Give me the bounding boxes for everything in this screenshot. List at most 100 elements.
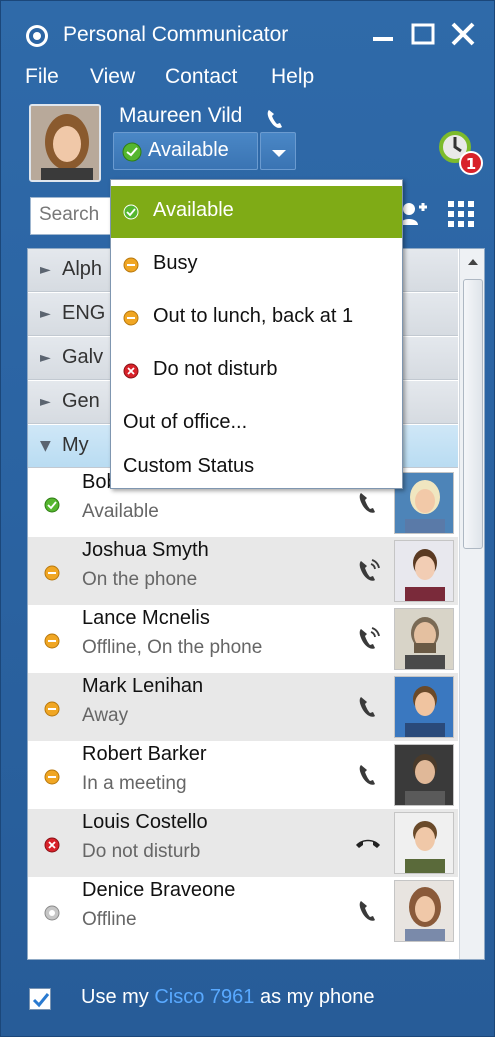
presence-busy-icon (44, 565, 60, 581)
busy-icon (123, 257, 139, 273)
use-phone-label: Use my Cisco 7961 as my phone (81, 986, 374, 1009)
phone-icon[interactable] (354, 693, 382, 721)
presence-offline-icon (44, 905, 60, 921)
contact-photo (394, 472, 454, 534)
maximize-icon[interactable] (409, 19, 439, 49)
contact-name: Mark Lenihan (82, 675, 204, 697)
contact-list-scrollbar[interactable] (459, 249, 485, 959)
minimize-icon[interactable] (369, 19, 399, 49)
status-option-custom[interactable]: Custom Status (111, 444, 402, 488)
status-option-label: Do not disturb (153, 358, 278, 380)
status-option-label: Custom Status (123, 455, 255, 477)
presence-busy-icon (44, 769, 60, 785)
contact-row[interactable]: Mark Lenihan Away (28, 673, 458, 741)
alarm-badge: 1 (466, 155, 476, 173)
on-call-icon[interactable] (354, 625, 382, 653)
window-title: Personal Communicator (63, 23, 289, 46)
phone-icon (267, 110, 282, 128)
presence-dnd-icon (44, 837, 60, 853)
contact-name: Lance Mcnelis (82, 607, 210, 629)
contact-status: Offline, On the phone (82, 637, 263, 658)
footer-suffix: as my phone (254, 986, 375, 1008)
group-name: My (62, 434, 89, 456)
busy-icon (123, 310, 139, 326)
scroll-thumb[interactable] (463, 279, 483, 549)
menu-contact[interactable]: Contact (165, 65, 237, 89)
current-status-label: Available (148, 139, 229, 161)
user-photo (31, 106, 99, 180)
collapse-arrow-icon: ▼ (40, 438, 51, 454)
status-option-out-to-lunch[interactable]: Out to lunch, back at 1 (111, 292, 402, 344)
reminders-button[interactable]: 1 (431, 121, 489, 179)
available-icon (122, 142, 142, 162)
available-icon (123, 204, 139, 220)
status-selector-button[interactable]: Available (113, 132, 258, 170)
on-call-icon[interactable] (354, 557, 382, 585)
phone-device-link[interactable]: Cisco 7961 (154, 986, 254, 1008)
contact-status: On the phone (82, 569, 198, 590)
status-option-label: Busy (153, 252, 198, 274)
hangup-icon[interactable] (354, 829, 382, 857)
phone-icon[interactable] (354, 897, 382, 925)
use-phone-checkbox[interactable] (29, 988, 51, 1010)
menu-file[interactable]: File (25, 65, 59, 89)
status-dropdown-toggle[interactable] (260, 132, 296, 170)
contact-row[interactable]: Denice Braveone Offline (28, 877, 458, 945)
alarm-clock-icon: 1 (439, 131, 483, 175)
status-option-do-not-disturb[interactable]: Do not disturb (111, 345, 402, 397)
add-contact-icon[interactable] (399, 199, 429, 229)
contact-row[interactable]: Joshua Smyth On the phone (28, 537, 458, 605)
contact-name: Robert Barker (82, 743, 207, 765)
user-avatar[interactable] (29, 104, 101, 182)
status-option-label: Out to lunch, back at 1 (153, 305, 354, 327)
status-dropdown-menu: Available Busy Out to lunch, back at 1 D… (110, 179, 403, 489)
contact-row[interactable]: Robert Barker In a meeting (28, 741, 458, 809)
communicator-window: Personal Communicator File View Contact … (0, 0, 495, 1037)
user-name: Maureen Vild (119, 104, 243, 127)
contact-name: Joshua Smyth (82, 539, 209, 561)
contact-status: Offline (82, 909, 137, 930)
phone-icon[interactable] (354, 761, 382, 789)
contact-photo (394, 744, 454, 806)
contact-photo (394, 540, 454, 602)
presence-available-icon (44, 497, 60, 513)
title-bar[interactable]: Personal Communicator (1, 1, 494, 63)
status-option-busy[interactable]: Busy (111, 239, 402, 291)
contact-row[interactable]: Lance Mcnelis Offline, On the phone (28, 605, 458, 673)
contact-status: Do not disturb (82, 841, 201, 862)
expand-arrow-icon: ► (40, 262, 51, 278)
presence-busy-icon (44, 701, 60, 717)
search-placeholder: Search (39, 204, 100, 225)
contact-photo (394, 676, 454, 738)
contact-status: In a meeting (82, 773, 187, 794)
status-option-out-of-office[interactable]: Out of office... (111, 398, 402, 450)
chevron-down-icon (272, 150, 286, 157)
expand-arrow-icon: ► (40, 306, 51, 322)
menu-view[interactable]: View (90, 65, 135, 89)
contact-row[interactable]: Louis Costello Do not disturb (28, 809, 458, 877)
status-option-label: Out of office... (123, 411, 248, 433)
menu-bar: File View Contact Help (1, 61, 494, 95)
contact-status: Away (82, 705, 129, 726)
contact-status: Available (82, 501, 159, 522)
status-option-label: Available (153, 199, 234, 221)
contact-photo (394, 812, 454, 874)
status-option-available[interactable]: Available (111, 186, 402, 238)
dnd-icon (123, 363, 139, 379)
phone-icon[interactable] (354, 489, 382, 517)
group-name: Galv (62, 346, 104, 368)
group-name: Alph (62, 258, 103, 280)
app-logo-icon (26, 25, 48, 47)
expand-arrow-icon: ► (40, 350, 51, 366)
contact-name: Denice Braveone (82, 879, 236, 901)
contact-photo (394, 880, 454, 942)
checkmark-icon (32, 993, 50, 1008)
expand-arrow-icon: ► (40, 394, 51, 410)
group-name: Gen (62, 390, 100, 412)
dialpad-icon[interactable] (446, 199, 476, 229)
close-icon[interactable] (448, 19, 478, 49)
menu-help[interactable]: Help (271, 65, 314, 89)
footer-prefix: Use my (81, 986, 155, 1008)
scroll-up-icon[interactable] (460, 249, 485, 275)
group-name: ENG (62, 302, 106, 324)
